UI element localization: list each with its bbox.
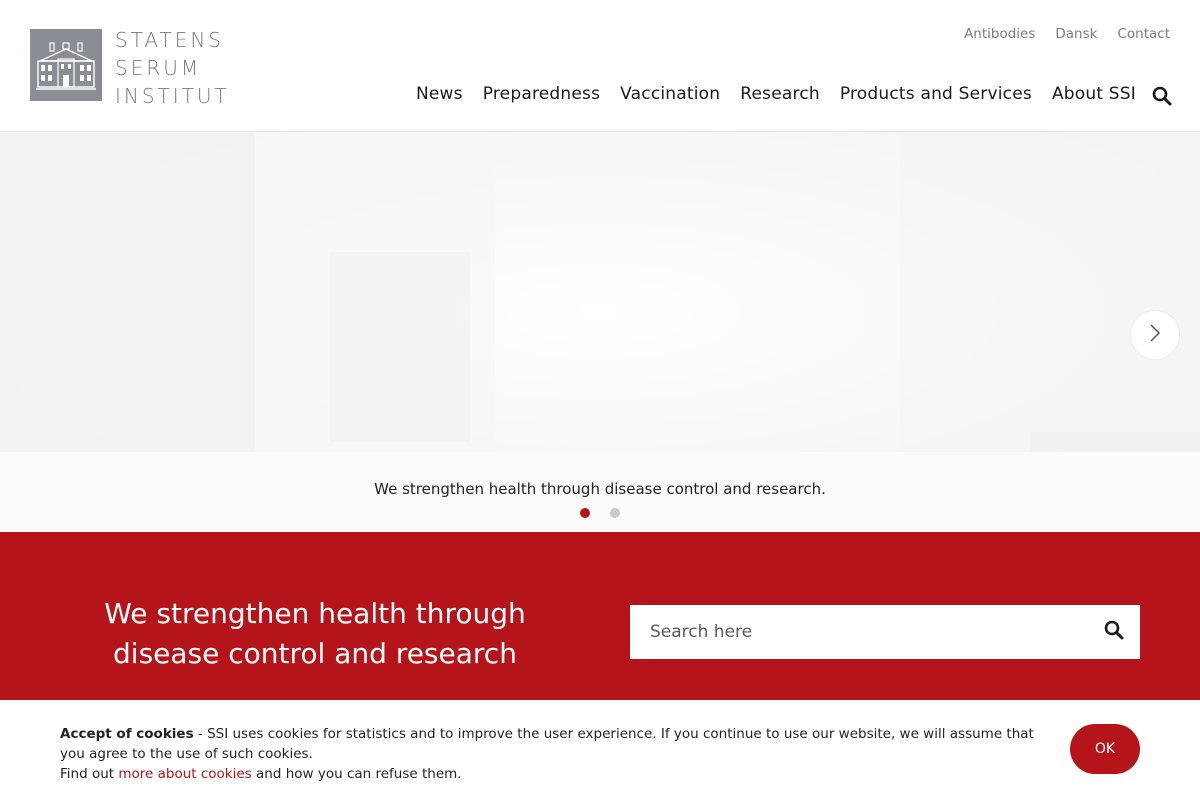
carousel-next-button[interactable] xyxy=(1130,310,1180,360)
hero-caption: We strengthen health through disease con… xyxy=(374,480,826,498)
main-nav: News Preparedness Vaccination Research P… xyxy=(416,84,1136,104)
cookie-ok-button[interactable]: OK xyxy=(1070,724,1140,774)
logo-line: INSTITUT xyxy=(115,84,230,108)
cookie-heading: Accept of cookies xyxy=(60,726,194,742)
site-search xyxy=(630,605,1140,659)
search-submit-button[interactable] xyxy=(1088,605,1140,659)
cookie-refuse-text: and how you can refuse them. xyxy=(251,766,462,782)
util-link-dansk[interactable]: Dansk xyxy=(1055,26,1097,42)
logo-line: STATENS xyxy=(115,28,224,52)
nav-item-research[interactable]: Research xyxy=(740,84,820,104)
site-logo[interactable]: STATENS SERUM INSTITUT xyxy=(30,26,230,110)
chevron-right-icon xyxy=(1149,323,1161,347)
cookie-message: Accept of cookies - SSI uses cookies for… xyxy=(60,724,1050,784)
nav-item-news[interactable]: News xyxy=(416,84,463,104)
util-link-contact[interactable]: Contact xyxy=(1117,26,1170,42)
carousel-dot-1[interactable] xyxy=(580,508,590,518)
nav-item-vaccination[interactable]: Vaccination xyxy=(620,84,720,104)
carousel-dot-2[interactable] xyxy=(610,508,620,518)
hero-carousel: We strengthen health through disease con… xyxy=(0,132,1200,532)
nav-item-about-ssi[interactable]: About SSI xyxy=(1052,84,1136,104)
search-icon[interactable] xyxy=(1152,86,1172,106)
search-input[interactable] xyxy=(630,605,1088,659)
carousel-dots xyxy=(0,508,1200,518)
logo-wordmark: STATENS SERUM INSTITUT xyxy=(115,26,230,110)
building-icon xyxy=(30,29,102,101)
nav-item-products-and-services[interactable]: Products and Services xyxy=(840,84,1032,104)
utility-nav: Antibodies Dansk Contact xyxy=(964,26,1170,42)
hero-image xyxy=(0,132,1200,532)
cookie-banner: Accept of cookies - SSI uses cookies for… xyxy=(0,700,1200,800)
cookie-body: - SSI uses cookies for statistics and to… xyxy=(60,726,1034,762)
logo-line: SERUM xyxy=(115,56,202,80)
cookie-find-out: Find out xyxy=(60,766,119,782)
cookie-more-link[interactable]: more about cookies xyxy=(118,766,251,782)
mission-heading-line: disease control and research xyxy=(113,637,517,670)
mission-heading-line: We strengthen health through xyxy=(104,597,526,630)
search-icon xyxy=(1104,620,1124,644)
nav-item-preparedness[interactable]: Preparedness xyxy=(483,84,600,104)
mission-heading: We strengthen health through disease con… xyxy=(40,594,590,674)
util-link-antibodies[interactable]: Antibodies xyxy=(964,26,1035,42)
site-header: STATENS SERUM INSTITUT Antibodies Dansk … xyxy=(0,0,1200,132)
